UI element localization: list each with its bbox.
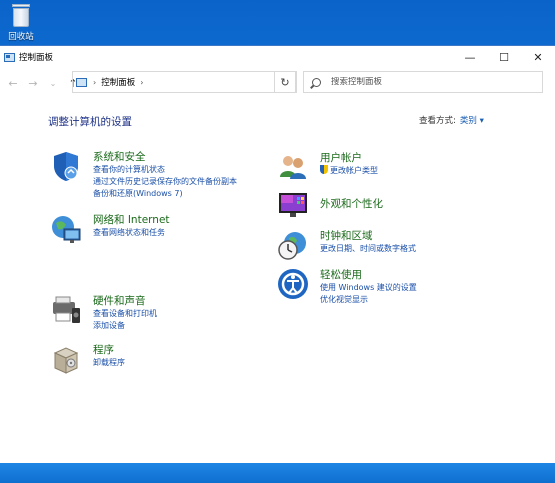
breadcrumb[interactable]: 控制面板 bbox=[101, 76, 135, 88]
maximize-button[interactable]: ☐ bbox=[487, 46, 521, 68]
close-button[interactable]: ✕ bbox=[521, 46, 555, 68]
category-title[interactable]: 系统和安全 bbox=[93, 150, 237, 164]
search-icon bbox=[312, 77, 321, 87]
control-panel-icon bbox=[76, 77, 87, 87]
search-box[interactable] bbox=[303, 71, 543, 93]
category-title[interactable]: 硬件和声音 bbox=[93, 294, 157, 308]
programs-box-icon[interactable] bbox=[50, 343, 82, 375]
search-input[interactable] bbox=[331, 77, 511, 87]
category-title[interactable]: 用户帐户 bbox=[320, 151, 378, 165]
users-icon[interactable] bbox=[277, 151, 309, 183]
address-bar[interactable]: › 控制面板 › ⌄ bbox=[72, 71, 297, 93]
recycle-bin-label: 回收站 bbox=[8, 32, 34, 42]
refresh-button[interactable]: ↻ bbox=[274, 71, 296, 93]
category-title[interactable]: 轻松使用 bbox=[320, 268, 417, 282]
accessibility-icon[interactable] bbox=[277, 268, 309, 300]
category-title[interactable]: 时钟和区域 bbox=[320, 229, 416, 243]
link-change-date-time[interactable]: 更改日期、时间或数字格式 bbox=[320, 243, 416, 255]
link-view-computer-status[interactable]: 查看你的计算机状态 bbox=[93, 164, 237, 176]
category-title[interactable]: 程序 bbox=[93, 343, 125, 357]
link-add-device[interactable]: 添加设备 bbox=[93, 320, 157, 332]
recycle-bin-desktop-icon[interactable]: 回收站 bbox=[4, 2, 38, 42]
clock-globe-icon[interactable] bbox=[277, 229, 309, 261]
forward-button[interactable]: → bbox=[24, 74, 42, 92]
link-optimize-display[interactable]: 优化视觉显示 bbox=[320, 294, 417, 306]
view-by-dropdown[interactable]: 类别 ▾ bbox=[460, 116, 484, 126]
chevron-right-icon: › bbox=[93, 77, 97, 87]
chevron-right-icon[interactable]: › bbox=[140, 78, 143, 87]
back-button[interactable]: ← bbox=[4, 74, 22, 92]
view-by: 查看方式: 类别 ▾ bbox=[419, 114, 484, 126]
title-bar[interactable]: 控制面板 — ☐ ✕ bbox=[0, 46, 555, 68]
page-title: 调整计算机的设置 bbox=[48, 116, 132, 128]
link-uninstall-program[interactable]: 卸载程序 bbox=[93, 357, 125, 369]
view-by-label: 查看方式: bbox=[419, 116, 456, 126]
security-shield-icon[interactable] bbox=[50, 150, 82, 182]
link-change-account-type[interactable]: 更改帐户类型 bbox=[320, 165, 378, 177]
link-devices-printers[interactable]: 查看设备和打印机 bbox=[93, 308, 157, 320]
category-title[interactable]: 外观和个性化 bbox=[320, 197, 383, 211]
category-title[interactable]: 网络和 Internet bbox=[93, 213, 170, 227]
control-panel-window: 控制面板 — ☐ ✕ ← → ⌄ ↑ › 控制面板 › ⌄ ↻ 调整计算机的设置… bbox=[0, 45, 555, 463]
link-backup-restore[interactable]: 备份和还原(Windows 7) bbox=[93, 188, 237, 200]
window-title: 控制面板 bbox=[19, 53, 54, 63]
minimize-button[interactable]: — bbox=[453, 46, 487, 68]
printer-speaker-icon[interactable] bbox=[50, 294, 82, 326]
recycle-bin-icon bbox=[10, 2, 32, 28]
link-recommended-settings[interactable]: 使用 Windows 建议的设置 bbox=[320, 282, 417, 294]
uac-shield-icon bbox=[320, 165, 328, 174]
taskbar bbox=[0, 463, 555, 483]
recent-locations-button[interactable]: ⌄ bbox=[44, 74, 62, 92]
appearance-monitor-icon[interactable] bbox=[277, 189, 309, 221]
network-globe-icon[interactable] bbox=[50, 213, 82, 245]
link-file-history[interactable]: 通过文件历史记录保存你的文件备份副本 bbox=[93, 176, 237, 188]
control-panel-icon bbox=[4, 52, 15, 62]
link-network-status[interactable]: 查看网络状态和任务 bbox=[93, 227, 170, 239]
